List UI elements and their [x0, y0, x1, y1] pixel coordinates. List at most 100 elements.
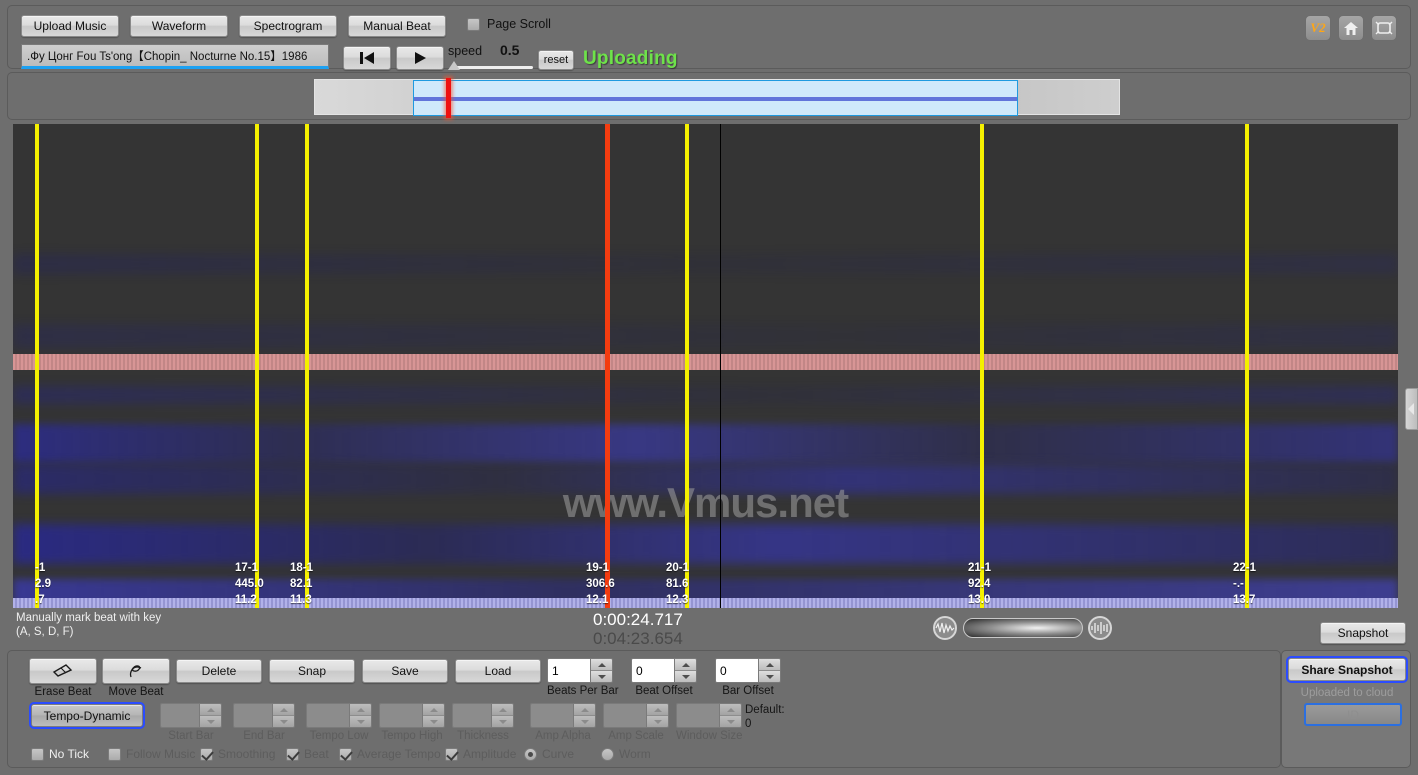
start-bar-increment[interactable] [200, 704, 221, 716]
beats-per-bar-stepper[interactable]: 1 [547, 658, 613, 683]
beat-box[interactable] [286, 748, 299, 761]
tab-upload-music[interactable]: Upload Music [21, 15, 119, 37]
bar-offset-stepper[interactable]: 0 [715, 658, 781, 683]
overview-selection[interactable] [413, 80, 1018, 116]
tempo-low-stepper[interactable] [306, 703, 372, 728]
end-bar-stepper[interactable] [233, 703, 295, 728]
follow-music-box[interactable] [108, 748, 121, 761]
beat-offset-decrement[interactable] [675, 671, 696, 682]
amp-scale-decrement[interactable] [647, 716, 668, 727]
thickness-stepper[interactable] [452, 703, 514, 728]
play-button[interactable] [396, 46, 444, 70]
tempo-dynamic-button[interactable]: Tempo-Dynamic [31, 704, 143, 727]
tempo-high-stepper[interactable] [379, 703, 445, 728]
rewind-button[interactable] [343, 46, 391, 70]
overview-strip[interactable] [7, 72, 1411, 120]
checkbox-beat[interactable]: Beat [286, 747, 329, 761]
amp-alpha-stepper[interactable] [530, 703, 596, 728]
overview-playhead[interactable] [446, 78, 451, 118]
checkbox-amplitude[interactable]: Amplitude [445, 747, 516, 761]
end-bar-increment[interactable] [273, 704, 294, 716]
worm-radio[interactable] [601, 748, 614, 761]
amp-scale-stepper[interactable] [603, 703, 669, 728]
average-tempo-box[interactable] [339, 748, 352, 761]
start-bar-value[interactable] [161, 704, 199, 727]
beat-line[interactable] [1245, 124, 1249, 608]
page-scroll-box[interactable] [467, 18, 480, 31]
radio-curve[interactable]: Curve [524, 747, 574, 761]
tempo-low-value[interactable] [307, 704, 349, 727]
tab-spectrogram[interactable]: Spectrogram [239, 15, 337, 37]
waveform-high-icon[interactable] [1088, 616, 1112, 640]
beat-offset-value[interactable]: 0 [632, 659, 674, 682]
track-title-input[interactable]: .Фу Цонг Fou Ts'ong【Chopin_ Nocturne No.… [21, 44, 329, 69]
tempo-high-decrement[interactable] [423, 716, 444, 727]
beat-offset-stepper[interactable]: 0 [631, 658, 697, 683]
window-size-value[interactable] [677, 704, 719, 727]
beats-per-bar-increment[interactable] [591, 659, 612, 671]
radio-worm[interactable]: Worm [601, 747, 651, 761]
home-icon[interactable] [1338, 15, 1364, 41]
end-bar-decrement[interactable] [273, 716, 294, 727]
share-id-field[interactable]: ID [1304, 703, 1402, 726]
speed-slider-track[interactable] [451, 66, 533, 69]
tempo-low-increment[interactable] [350, 704, 371, 716]
checkbox-average-tempo[interactable]: Average Tempo [339, 747, 441, 761]
start-bar-stepper[interactable] [160, 703, 222, 728]
beats-per-bar-decrement[interactable] [591, 671, 612, 682]
amp-scale-value[interactable] [604, 704, 646, 727]
snapshot-button[interactable]: Snapshot [1320, 622, 1406, 644]
overview-track[interactable] [314, 79, 1120, 115]
end-bar-value[interactable] [234, 704, 272, 727]
tempo-low-decrement[interactable] [350, 716, 371, 727]
beats-per-bar-value[interactable]: 1 [548, 659, 590, 682]
beat-line[interactable] [305, 124, 309, 608]
speed-slider-knob[interactable] [448, 61, 460, 70]
beat-line[interactable] [35, 124, 39, 608]
load-button[interactable]: Load [455, 659, 541, 683]
playhead-line[interactable] [605, 124, 610, 608]
page-scroll-checkbox[interactable]: Page Scroll [467, 17, 551, 31]
move-beat-button[interactable] [102, 658, 170, 684]
save-button[interactable]: Save [362, 659, 448, 683]
tab-manual-beat[interactable]: Manual Beat [348, 15, 446, 37]
spectrogram-canvas[interactable]: www.Vmus.net -12.9.717-1445.011.218-182.… [13, 124, 1398, 608]
amp-alpha-increment[interactable] [574, 704, 595, 716]
snap-button[interactable]: Snap [269, 659, 355, 683]
tempo-high-value[interactable] [380, 704, 422, 727]
amplitude-box[interactable] [445, 748, 458, 761]
thickness-increment[interactable] [492, 704, 513, 716]
amp-scale-increment[interactable] [647, 704, 668, 716]
tempo-high-increment[interactable] [423, 704, 444, 716]
window-size-stepper[interactable] [676, 703, 742, 728]
bar-offset-value[interactable]: 0 [716, 659, 758, 682]
reset-button[interactable]: reset [538, 50, 574, 70]
v2-badge-icon[interactable]: V2 [1305, 15, 1331, 41]
bar-offset-increment[interactable] [759, 659, 780, 671]
smoothing-box[interactable] [200, 748, 213, 761]
beat-line[interactable] [255, 124, 259, 608]
amp-alpha-decrement[interactable] [574, 716, 595, 727]
tab-waveform[interactable]: Waveform [130, 15, 228, 37]
amp-alpha-value[interactable] [531, 704, 573, 727]
bar-offset-decrement[interactable] [759, 671, 780, 682]
start-bar-decrement[interactable] [200, 716, 221, 727]
window-size-decrement[interactable] [720, 716, 741, 727]
checkbox-no-tick[interactable]: No Tick [31, 747, 89, 761]
no-tick-box[interactable] [31, 748, 44, 761]
checkbox-follow-music[interactable]: Follow Music [108, 747, 195, 761]
panel-expand-handle[interactable] [1405, 388, 1418, 430]
waveform-low-icon[interactable] [933, 616, 957, 640]
checkbox-smoothing[interactable]: Smoothing [200, 747, 275, 761]
fullscreen-icon[interactable] [1371, 15, 1397, 41]
beat-offset-increment[interactable] [675, 659, 696, 671]
thickness-decrement[interactable] [492, 716, 513, 727]
volume-slider[interactable] [963, 618, 1083, 638]
thickness-value[interactable] [453, 704, 491, 727]
erase-beat-button[interactable] [29, 658, 97, 684]
beat-line[interactable] [685, 124, 689, 608]
share-snapshot-button[interactable]: Share Snapshot [1288, 658, 1406, 681]
beat-line[interactable] [980, 124, 984, 608]
window-size-increment[interactable] [720, 704, 741, 716]
curve-radio[interactable] [524, 748, 537, 761]
